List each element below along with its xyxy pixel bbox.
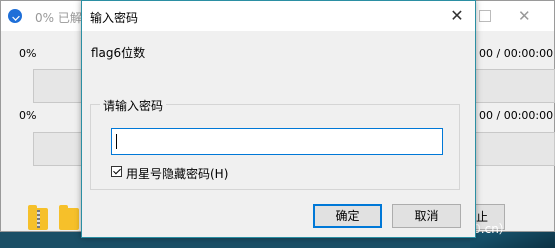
- progress-time: 00 / 00:00:00: [479, 47, 554, 60]
- app-icon: [8, 9, 22, 23]
- password-input[interactable]: [111, 128, 443, 155]
- progress-percent: 0%: [19, 109, 37, 122]
- dialog-titlebar: 输入密码 ✕: [82, 1, 475, 31]
- hide-password-label[interactable]: 用星号隐藏密码(H): [126, 165, 228, 182]
- password-dialog: 输入密码 ✕ flag6位数 请输入密码 用星号隐藏密码(H) 确定 取消: [81, 0, 476, 238]
- hide-password-checkbox[interactable]: [111, 166, 122, 177]
- text-caret: [116, 134, 117, 149]
- extraction-title: 0% 已解: [35, 11, 82, 25]
- close-icon[interactable]: ✕: [518, 7, 531, 25]
- dialog-title: 输入密码: [90, 11, 139, 25]
- password-group: 请输入密码 用星号隐藏密码(H): [90, 97, 460, 190]
- maximize-icon[interactable]: [479, 10, 491, 22]
- progress-time: 00 / 00:00:00: [479, 109, 554, 122]
- password-hint: flag6位数: [91, 46, 146, 60]
- group-label: 请输入密码: [100, 97, 167, 114]
- cancel-button[interactable]: 取消: [392, 204, 461, 228]
- ok-button[interactable]: 确定: [313, 204, 382, 228]
- folder-icon: [59, 205, 79, 230]
- close-icon[interactable]: ✕: [445, 4, 469, 28]
- progress-percent: 0%: [19, 47, 37, 60]
- zip-folder-icon: [28, 205, 48, 230]
